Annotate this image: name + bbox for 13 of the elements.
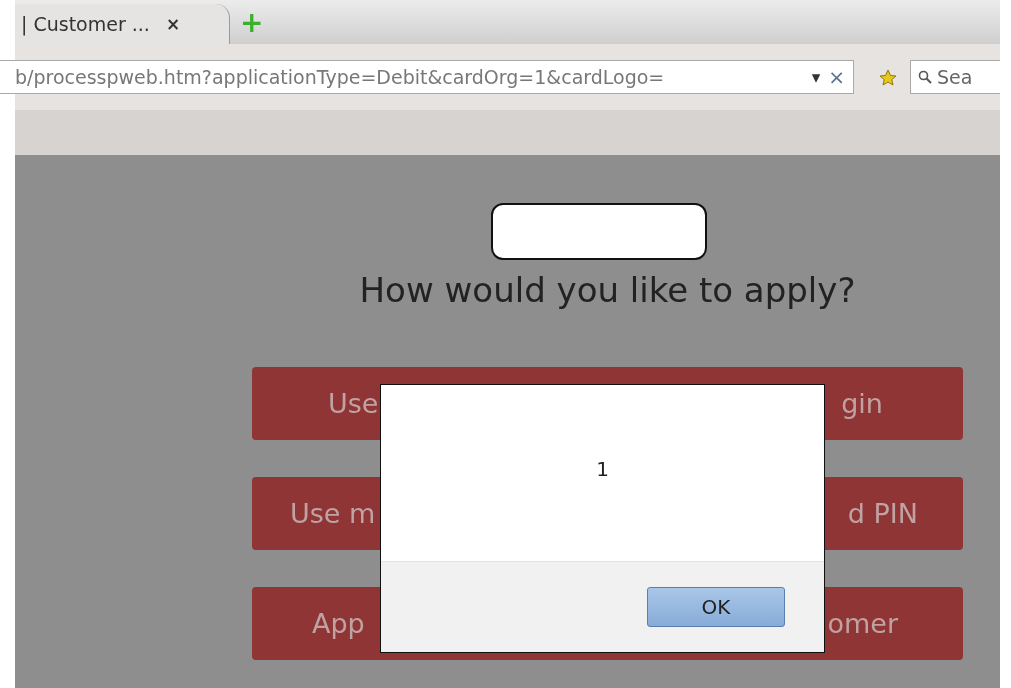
- address-bar[interactable]: b/processpweb.htm?applicationType=Debit&cardOrg=1&cardLogo= ▾ ×: [0, 60, 854, 94]
- url-text: b/processpweb.htm?applicationType=Debit&cardOrg=1&cardLogo=: [15, 66, 666, 88]
- search-field[interactable]: Sea: [910, 60, 1000, 94]
- bookmark-star-icon[interactable]: [878, 68, 898, 86]
- ok-button[interactable]: OK: [647, 587, 785, 627]
- dialog-message: 1: [595, 456, 610, 483]
- dropdown-button[interactable]: ▾: [811, 67, 821, 87]
- close-tab-button[interactable]: ×: [165, 14, 181, 34]
- tab-title: | Customer ...: [21, 13, 150, 35]
- browser-tab[interactable]: | Customer ... ×: [15, 4, 230, 44]
- page-heading: How would you like to apply?: [359, 270, 856, 310]
- search-icon[interactable]: [918, 70, 932, 84]
- clear-button[interactable]: ×: [828, 65, 845, 89]
